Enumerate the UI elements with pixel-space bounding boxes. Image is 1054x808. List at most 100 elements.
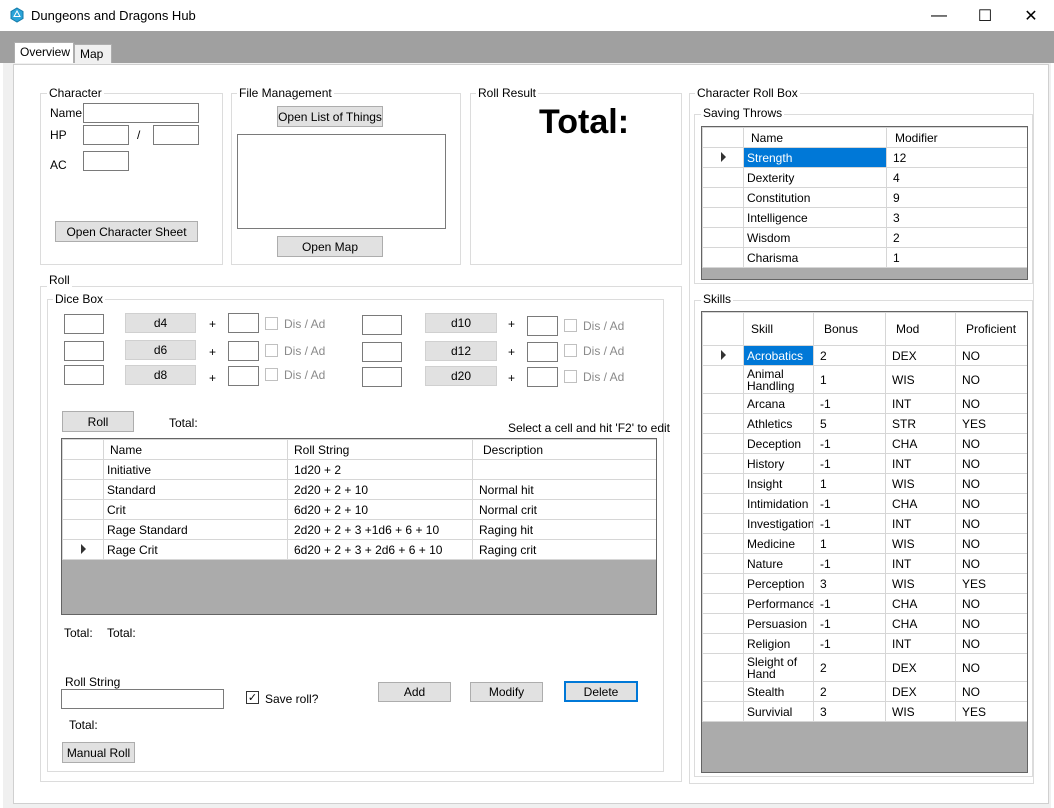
skill-name-cell[interactable]: Arcana: [743, 393, 814, 414]
saving-mod-cell[interactable]: 2: [886, 227, 1027, 248]
table-row[interactable]: Charisma 1: [702, 247, 1027, 268]
skill-bonus-cell[interactable]: -1: [813, 393, 886, 414]
roll-name-cell[interactable]: Initiative: [103, 459, 288, 480]
skill-proficient-cell[interactable]: NO: [955, 513, 1027, 534]
skill-mod-cell[interactable]: CHA: [885, 493, 956, 514]
skill-proficient-cell[interactable]: YES: [955, 413, 1027, 434]
open-character-sheet-button[interactable]: Open Character Sheet: [55, 221, 198, 242]
skill-name-cell[interactable]: Animal Handling: [743, 365, 814, 394]
skill-proficient-cell[interactable]: NO: [955, 473, 1027, 494]
table-row[interactable]: Intelligence 3: [702, 207, 1027, 228]
d12-count-input[interactable]: [362, 342, 402, 362]
skill-mod-cell[interactable]: INT: [885, 513, 956, 534]
skill-mod-cell[interactable]: INT: [885, 633, 956, 654]
d20-dis-ad-checkbox[interactable]: [564, 370, 577, 383]
column-header[interactable]: Name: [103, 439, 288, 460]
skill-mod-cell[interactable]: DEX: [885, 345, 956, 366]
skill-bonus-cell[interactable]: 2: [813, 653, 886, 682]
row-header-cell[interactable]: [702, 473, 744, 494]
saving-mod-cell[interactable]: 3: [886, 207, 1027, 228]
row-header-cell[interactable]: [702, 493, 744, 514]
saving-mod-cell[interactable]: 12: [886, 147, 1027, 168]
table-row[interactable]: Animal Handling 1 WIS NO: [702, 365, 1027, 394]
row-header-cell[interactable]: [702, 513, 744, 534]
column-header[interactable]: Name: [743, 127, 887, 148]
skill-mod-cell[interactable]: INT: [885, 453, 956, 474]
skill-proficient-cell[interactable]: NO: [955, 633, 1027, 654]
d4-count-input[interactable]: [64, 314, 104, 334]
roll-description-cell[interactable]: Raging crit: [472, 539, 656, 560]
skill-name-cell[interactable]: Performance: [743, 593, 814, 614]
d20-modifier-input[interactable]: [527, 367, 558, 387]
open-map-button[interactable]: Open Map: [277, 236, 383, 257]
skill-name-cell[interactable]: Insight: [743, 473, 814, 494]
table-row[interactable]: Survivial 3 WIS YES: [702, 701, 1027, 722]
saving-throws-grid[interactable]: Name Modifier Strength 12 Dexterity 4 Cons…: [701, 126, 1028, 280]
skill-bonus-cell[interactable]: -1: [813, 513, 886, 534]
d12-dis-ad-checkbox[interactable]: [564, 344, 577, 357]
skill-name-cell[interactable]: Deception: [743, 433, 814, 454]
table-row[interactable]: Nature -1 INT NO: [702, 553, 1027, 574]
row-header-cell[interactable]: [702, 393, 744, 414]
saving-name-cell[interactable]: Dexterity: [743, 167, 887, 188]
skills-grid[interactable]: Skill Bonus Mod Proficient Acrobatics 2 DE…: [701, 311, 1028, 773]
skill-proficient-cell[interactable]: NO: [955, 613, 1027, 634]
column-header[interactable]: Bonus: [813, 312, 886, 346]
skill-mod-cell[interactable]: DEX: [885, 681, 956, 702]
table-row[interactable]: Standard 2d20 + 2 + 10 Normal hit: [62, 479, 656, 500]
skill-mod-cell[interactable]: WIS: [885, 573, 956, 594]
table-row[interactable]: Investigation -1 INT NO: [702, 513, 1027, 534]
skill-mod-cell[interactable]: WIS: [885, 473, 956, 494]
skill-bonus-cell[interactable]: 2: [813, 345, 886, 366]
hp-max-input[interactable]: [153, 125, 199, 145]
skill-name-cell[interactable]: Acrobatics: [743, 345, 814, 366]
tab-map[interactable]: Map: [74, 44, 112, 65]
table-row[interactable]: Deception -1 CHA NO: [702, 433, 1027, 454]
row-header-cell[interactable]: [702, 365, 744, 394]
saving-name-cell[interactable]: Strength: [743, 147, 887, 168]
skill-name-cell[interactable]: Athletics: [743, 413, 814, 434]
skill-bonus-cell[interactable]: -1: [813, 493, 886, 514]
roll-string-input[interactable]: [61, 689, 224, 709]
skill-proficient-cell[interactable]: NO: [955, 365, 1027, 394]
table-row[interactable]: Acrobatics 2 DEX NO: [702, 345, 1027, 366]
d20-count-input[interactable]: [362, 367, 402, 387]
row-header-cell[interactable]: [702, 533, 744, 554]
table-row[interactable]: Medicine 1 WIS NO: [702, 533, 1027, 554]
roll-name-cell[interactable]: Rage Standard: [103, 519, 288, 540]
saving-mod-cell[interactable]: 9: [886, 187, 1027, 208]
skill-proficient-cell[interactable]: NO: [955, 553, 1027, 574]
d8-button[interactable]: d8: [125, 365, 196, 385]
d6-button[interactable]: d6: [125, 340, 196, 360]
manual-roll-button[interactable]: Manual Roll: [62, 742, 135, 763]
skill-name-cell[interactable]: History: [743, 453, 814, 474]
roll-name-cell[interactable]: Rage Crit: [103, 539, 288, 560]
skill-name-cell[interactable]: Perception: [743, 573, 814, 594]
skill-bonus-cell[interactable]: 3: [813, 701, 886, 722]
d6-dis-ad-checkbox[interactable]: [265, 344, 278, 357]
table-row[interactable]: History -1 INT NO: [702, 453, 1027, 474]
roll-name-cell[interactable]: Crit: [103, 499, 288, 520]
skill-proficient-cell[interactable]: NO: [955, 393, 1027, 414]
row-header-cell[interactable]: [702, 553, 744, 574]
skill-bonus-cell[interactable]: -1: [813, 453, 886, 474]
skill-name-cell[interactable]: Nature: [743, 553, 814, 574]
table-row[interactable]: Athletics 5 STR YES: [702, 413, 1027, 434]
d6-modifier-input[interactable]: [228, 341, 259, 361]
row-header-cell[interactable]: [702, 613, 744, 634]
saving-name-cell[interactable]: Intelligence: [743, 207, 887, 228]
table-row[interactable]: Stealth 2 DEX NO: [702, 681, 1027, 702]
table-row[interactable]: Crit 6d20 + 2 + 10 Normal crit: [62, 499, 656, 520]
close-button[interactable]: ✕: [1008, 0, 1054, 31]
column-header[interactable]: Proficient: [955, 312, 1027, 346]
skill-proficient-cell[interactable]: NO: [955, 593, 1027, 614]
skill-mod-cell[interactable]: DEX: [885, 653, 956, 682]
column-header[interactable]: Mod: [885, 312, 956, 346]
table-row[interactable]: Insight 1 WIS NO: [702, 473, 1027, 494]
skill-name-cell[interactable]: Medicine: [743, 533, 814, 554]
d12-button[interactable]: d12: [425, 341, 497, 361]
table-row[interactable]: Persuasion -1 CHA NO: [702, 613, 1027, 634]
skill-proficient-cell[interactable]: NO: [955, 453, 1027, 474]
skill-mod-cell[interactable]: WIS: [885, 365, 956, 394]
row-header-cell[interactable]: [702, 433, 744, 454]
